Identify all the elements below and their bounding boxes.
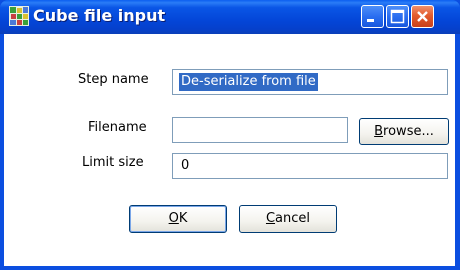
limit-size-value: 0 <box>181 158 190 173</box>
browse-label: rowse... <box>383 124 434 139</box>
cube-app-icon <box>9 6 29 26</box>
cancel-mnemonic: C <box>265 211 276 226</box>
ok-button[interactable]: OK <box>129 205 227 233</box>
maximize-button[interactable] <box>386 5 409 28</box>
cancel-button[interactable]: Cancel <box>239 205 337 233</box>
limit-size-label: Limit size <box>82 155 144 170</box>
ok-mnemonic: O <box>168 211 179 226</box>
limit-size-field[interactable]: 0 <box>172 153 448 179</box>
browse-button[interactable]: Browse... <box>359 118 449 145</box>
filename-label: Filename <box>88 120 147 135</box>
title-bar[interactable]: Cube file input <box>0 0 460 34</box>
step-name-value: De-serialize from file <box>179 73 318 91</box>
close-icon <box>417 11 428 22</box>
browse-mnemonic: B <box>374 124 384 139</box>
maximize-icon <box>390 9 405 24</box>
filename-field[interactable] <box>172 117 348 143</box>
cancel-label: ancel <box>275 211 311 226</box>
dialog-window: Cube file input Step name De-serialize f… <box>0 0 460 270</box>
step-name-field[interactable]: De-serialize from file <box>172 69 448 95</box>
minimize-button[interactable] <box>361 5 384 28</box>
ok-label: K <box>178 211 188 226</box>
window-title: Cube file input <box>33 6 166 25</box>
dialog-body: Step name De-serialize from file Filenam… <box>4 34 455 266</box>
minimize-icon <box>367 19 374 22</box>
close-button[interactable] <box>411 5 434 28</box>
step-name-label: Step name <box>78 72 149 87</box>
